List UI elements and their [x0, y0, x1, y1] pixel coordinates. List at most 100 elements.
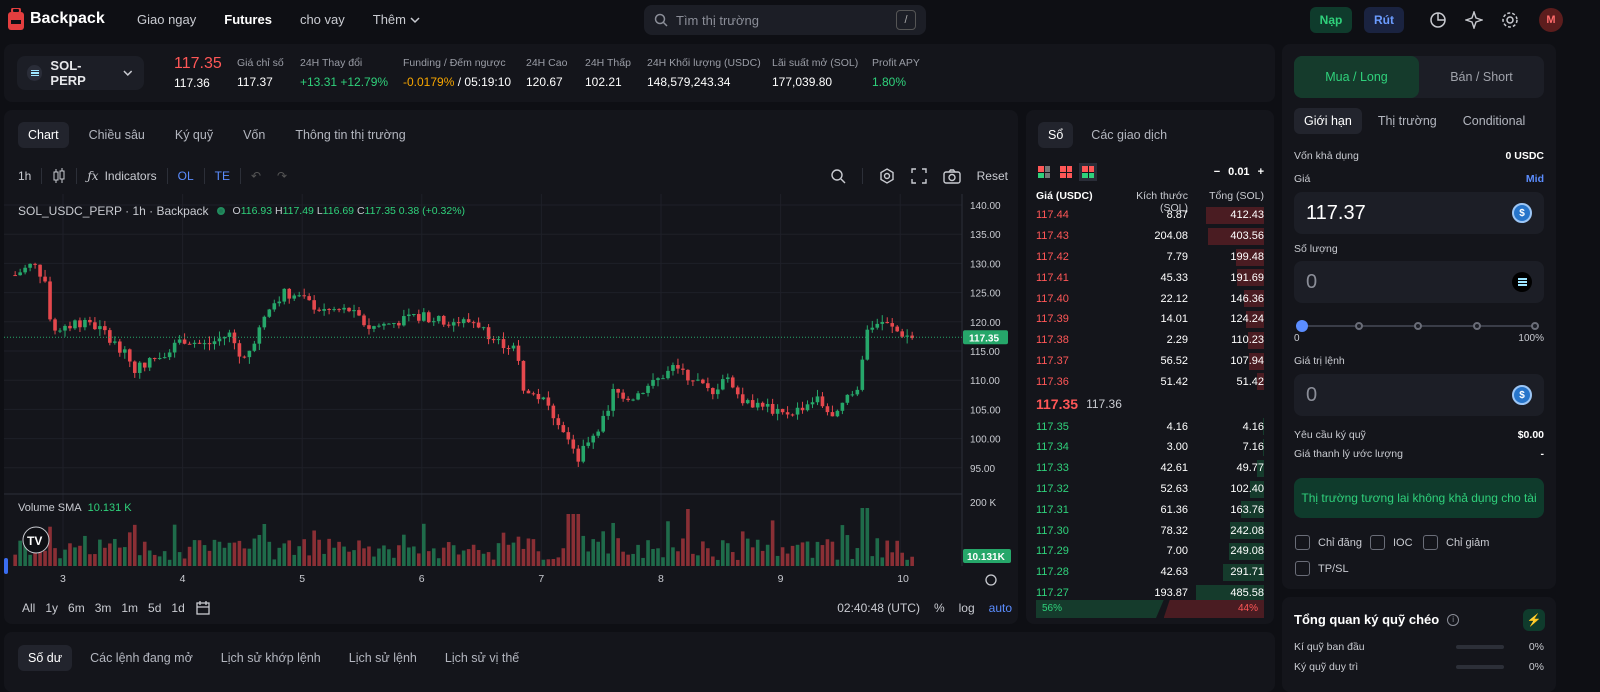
- bid-row[interactable]: 117.31 61.36 163.76: [1026, 499, 1274, 520]
- ask-row[interactable]: 117.36 51.42 51.42: [1026, 371, 1274, 392]
- tab-margin[interactable]: Ký quỹ: [165, 122, 223, 148]
- volume-bar: [212, 539, 217, 566]
- indicators-button[interactable]: ƒx Indicators: [87, 169, 156, 183]
- nav-futures[interactable]: Futures: [224, 12, 272, 27]
- view-asks-icon[interactable]: [1060, 166, 1072, 178]
- log-scale-button[interactable]: log: [959, 601, 975, 615]
- range-all[interactable]: All: [22, 601, 35, 615]
- price-label: Giá: [1294, 173, 1311, 185]
- ol-button[interactable]: OL: [178, 169, 194, 183]
- redo-icon[interactable]: ↷: [277, 169, 287, 183]
- minus-icon[interactable]: −: [1214, 166, 1220, 178]
- range-6m[interactable]: 6m: [68, 601, 85, 615]
- reduce-only-checkbox[interactable]: Chỉ giảm: [1423, 535, 1489, 550]
- nav-more[interactable]: Thêm: [373, 12, 420, 27]
- order-value-input[interactable]: 0 $: [1294, 374, 1544, 416]
- gear-icon[interactable]: [1501, 11, 1519, 29]
- post-only-checkbox[interactable]: Chỉ đăng: [1295, 535, 1362, 550]
- market-selector[interactable]: SOL-PERP: [17, 56, 144, 90]
- ask-row[interactable]: 117.39 14.01 124.24: [1026, 309, 1274, 330]
- tab-depth[interactable]: Chiều sâu: [79, 122, 155, 148]
- mid-button[interactable]: Mid: [1526, 173, 1544, 185]
- ask-row[interactable]: 117.44 8.87 412.43: [1026, 205, 1274, 226]
- sell-short-tab[interactable]: Bán / Short: [1419, 56, 1544, 98]
- te-button[interactable]: TE: [215, 169, 230, 183]
- range-1y[interactable]: 1y: [45, 601, 58, 615]
- ask-row[interactable]: 117.42 7.79 199.48: [1026, 247, 1274, 268]
- utc-clock[interactable]: 02:40:48 (UTC): [837, 601, 920, 615]
- tab-position-history[interactable]: Lịch sử vị thế: [435, 645, 529, 671]
- bid-row[interactable]: 117.35 4.16 4.16: [1026, 416, 1274, 437]
- tpsl-checkbox[interactable]: TP/SL: [1295, 561, 1349, 576]
- bid-row[interactable]: 117.30 78.32 242.08: [1026, 520, 1274, 541]
- info-icon[interactable]: i: [1447, 613, 1460, 626]
- fullscreen-icon[interactable]: [910, 168, 927, 184]
- bid-row[interactable]: 117.33 42.61 49.77: [1026, 458, 1274, 479]
- candle-type-icon[interactable]: [52, 168, 66, 184]
- nav-lend[interactable]: cho vay: [300, 12, 345, 27]
- undo-icon[interactable]: ↶: [251, 169, 261, 183]
- quantity-slider[interactable]: [1296, 320, 1539, 332]
- tab-open-orders[interactable]: Các lệnh đang mở: [80, 645, 203, 671]
- tab-market-info[interactable]: Thông tin thị trường: [285, 122, 415, 148]
- camera-icon[interactable]: [942, 168, 961, 184]
- sparkle-icon[interactable]: [1465, 11, 1483, 29]
- tab-order-history[interactable]: Lịch sử lệnh: [339, 645, 427, 671]
- ask-row[interactable]: 117.37 56.52 107.94: [1026, 351, 1274, 372]
- candle-body: [157, 358, 162, 360]
- volume-bar: [88, 554, 92, 566]
- range-1m[interactable]: 1m: [121, 601, 138, 615]
- auto-scale-button[interactable]: auto: [989, 601, 1012, 615]
- price-input[interactable]: 117.37 $: [1294, 192, 1544, 234]
- tab-conditional[interactable]: Conditional: [1453, 108, 1536, 134]
- pie-chart-icon[interactable]: [1429, 11, 1447, 29]
- withdraw-button[interactable]: Rút: [1364, 7, 1404, 33]
- price-chart[interactable]: 140.00 135.00 130.00 125.00 120.00 115.00 110.…: [4, 194, 1018, 589]
- lightning-icon[interactable]: ⚡: [1523, 609, 1545, 631]
- bid-row[interactable]: 117.32 52.63 102.40: [1026, 479, 1274, 500]
- bid-row[interactable]: 117.34 3.00 7.16: [1026, 437, 1274, 458]
- tab-balances[interactable]: Số dư: [18, 645, 73, 671]
- bid-row[interactable]: 117.28 42.63 291.71: [1026, 562, 1274, 583]
- ask-row[interactable]: 117.43 204.08 403.56: [1026, 226, 1274, 247]
- ask-row[interactable]: 117.40 22.12 146.36: [1026, 288, 1274, 309]
- range-5d[interactable]: 5d: [148, 601, 161, 615]
- market-search[interactable]: Tìm thị trường /: [644, 5, 926, 35]
- deposit-button[interactable]: Nạp: [1310, 7, 1352, 33]
- buy-long-tab[interactable]: Mua / Long: [1294, 56, 1419, 98]
- tab-chart[interactable]: Chart: [18, 122, 69, 148]
- user-avatar[interactable]: M: [1539, 8, 1563, 32]
- tab-trades[interactable]: Các giao dịch: [1081, 122, 1177, 148]
- tab-fill-history[interactable]: Lịch sử khớp lệnh: [211, 645, 331, 671]
- submit-order-button[interactable]: Thị trường tương lai không khả dụng cho …: [1294, 478, 1544, 518]
- nav-spot[interactable]: Giao ngay: [137, 12, 196, 27]
- tab-market[interactable]: Thị trường: [1368, 108, 1447, 134]
- bid-row[interactable]: 117.29 7.00 249.08: [1026, 541, 1274, 562]
- calendar-range-icon[interactable]: [195, 600, 211, 616]
- tab-orderbook[interactable]: Sổ: [1038, 122, 1074, 148]
- slider-tick-75[interactable]: [1473, 322, 1481, 330]
- slider-tick-50[interactable]: [1414, 322, 1422, 330]
- ask-row[interactable]: 117.41 45.33 191.69: [1026, 267, 1274, 288]
- tab-funding[interactable]: Vốn: [233, 122, 275, 148]
- brand-logo[interactable]: Backpack: [8, 8, 105, 30]
- settings-hex-icon[interactable]: [879, 168, 895, 184]
- percent-scale-button[interactable]: %: [934, 601, 945, 615]
- range-1d[interactable]: 1d: [171, 601, 184, 615]
- quantity-input[interactable]: 0: [1294, 261, 1544, 303]
- reset-button[interactable]: Reset: [977, 169, 1008, 183]
- slider-tick-25[interactable]: [1355, 322, 1363, 330]
- last-price-label: 117.35: [969, 333, 999, 344]
- slider-tick-100[interactable]: [1531, 322, 1539, 330]
- range-3m[interactable]: 3m: [95, 601, 112, 615]
- slider-handle[interactable]: [1296, 320, 1308, 332]
- tab-limit[interactable]: Giới hạn: [1294, 108, 1362, 134]
- plus-icon[interactable]: +: [1258, 166, 1264, 178]
- magnify-chart-icon[interactable]: [830, 168, 846, 184]
- view-bids-icon[interactable]: [1079, 163, 1097, 181]
- interval-button[interactable]: 1h: [18, 169, 31, 183]
- ask-row[interactable]: 117.38 2.29 110.23: [1026, 330, 1274, 351]
- volume-bar: [636, 544, 640, 566]
- view-both-icon[interactable]: [1038, 166, 1050, 178]
- ioc-checkbox[interactable]: IOC: [1370, 535, 1413, 550]
